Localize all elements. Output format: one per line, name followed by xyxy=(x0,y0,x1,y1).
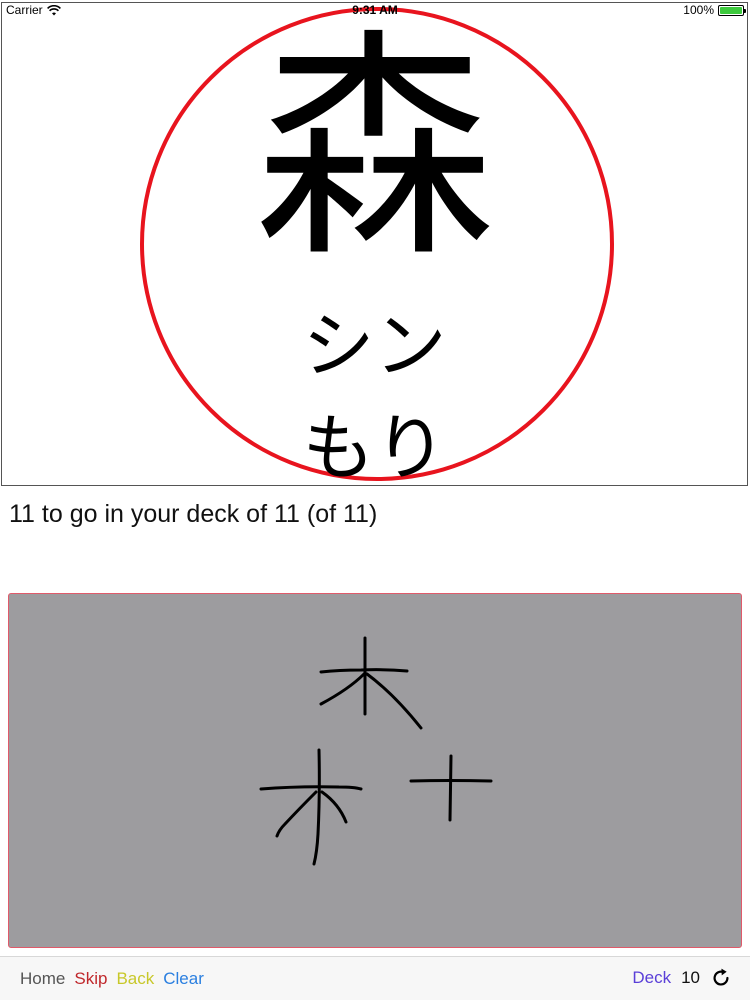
skip-button[interactable]: Skip xyxy=(74,969,107,989)
kunyomi-reading: もり xyxy=(302,406,447,486)
stroke xyxy=(319,672,366,706)
deck-button[interactable]: Deck xyxy=(632,968,671,988)
home-button[interactable]: Home xyxy=(20,969,65,989)
stroke xyxy=(259,785,363,791)
status-right: 100% xyxy=(683,3,746,17)
battery-percent: 100% xyxy=(683,3,714,17)
bottom-toolbar: Home Skip Back Clear Deck 10 xyxy=(0,956,750,1000)
clear-button[interactable]: Clear xyxy=(163,969,204,989)
kanji-character: 森 xyxy=(254,9,495,289)
onyomi-reading: シン xyxy=(302,304,447,388)
deck-count: 10 xyxy=(681,968,700,987)
status-bar: Carrier 9:31 AM 100% xyxy=(0,0,750,20)
handwriting-strokes xyxy=(259,636,493,866)
app-screen: Carrier 9:31 AM 100% 森 シン もり 11 to go in… xyxy=(0,0,750,1000)
stroke xyxy=(320,790,348,824)
back-button[interactable]: Back xyxy=(116,969,154,989)
toolbar-right: Deck 10 xyxy=(632,967,732,989)
drawing-canvas[interactable] xyxy=(8,593,742,948)
deck-progress-text: 11 to go in your deck of 11 (of 11) xyxy=(9,500,378,528)
toolbar-left: Home Skip Back Clear xyxy=(20,969,204,989)
refresh-icon[interactable] xyxy=(710,967,732,989)
kanji-card[interactable]: 森 シン もり xyxy=(1,2,748,486)
stroke xyxy=(448,754,453,822)
status-time: 9:31 AM xyxy=(352,3,398,17)
stroke xyxy=(365,672,423,730)
stroke xyxy=(275,790,318,838)
battery-icon xyxy=(718,4,746,16)
stroke xyxy=(312,748,321,866)
